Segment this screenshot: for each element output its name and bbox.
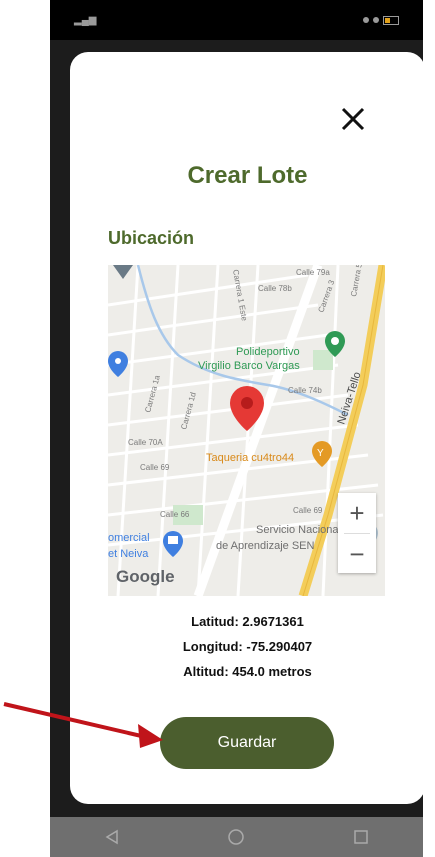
- recents-square-icon: [354, 830, 368, 844]
- close-button[interactable]: [336, 102, 370, 136]
- poi-label: omercial: [108, 532, 150, 544]
- map-view[interactable]: Calle 79a Calle 78b Carrera 3 Carrera 1 …: [108, 265, 385, 596]
- home-circle-icon: [228, 829, 245, 845]
- back-nav-button[interactable]: [102, 827, 122, 847]
- recents-nav-button[interactable]: [351, 827, 371, 847]
- poi-label: de Aprendizaje SEN: [216, 540, 315, 552]
- longitude-text: Longitud: -75.290407: [182, 639, 313, 654]
- back-triangle-icon: [105, 829, 118, 845]
- status-bar: ▂▄▆: [50, 0, 423, 40]
- street-label: Calle 69: [293, 506, 323, 515]
- street-label: Calle 78b: [258, 284, 292, 293]
- zoom-controls: + −: [338, 493, 376, 573]
- street-label: Calle 69: [140, 463, 170, 472]
- latitude-text: Latitud: 2.9671361: [191, 614, 304, 629]
- wifi-icon: [373, 17, 379, 23]
- close-icon: [341, 107, 365, 131]
- street-label: Calle 79a: [296, 268, 330, 277]
- poi-label: Polideportivo: [236, 346, 300, 358]
- poi-label: et Neiva: [108, 548, 149, 560]
- poi-label: Taqueria cu4tro44: [206, 452, 294, 464]
- coordinates-block: Latitud: 2.9671361 Longitud: -75.290407 …: [70, 609, 423, 684]
- signal-icon: ▂▄▆: [74, 14, 97, 26]
- modal-title: Crear Lote: [187, 162, 308, 189]
- svg-text:Y: Y: [317, 448, 324, 459]
- poi-label: Servicio Nacional: [256, 524, 341, 536]
- save-button[interactable]: Guardar: [160, 717, 334, 769]
- street-label: Calle 74b: [288, 386, 322, 395]
- street-label: Calle 66: [160, 510, 190, 519]
- annotation-arrow-icon: [3, 702, 163, 748]
- battery-icon: [383, 15, 399, 25]
- location-label: Ubicación: [108, 228, 195, 248]
- altitude-text: Altitud: 454.0 metros: [183, 664, 312, 679]
- zoom-in-button[interactable]: +: [338, 493, 376, 533]
- android-nav-bar: [50, 817, 423, 857]
- street-label: Calle 70A: [128, 438, 163, 447]
- google-logo: Google: [116, 567, 175, 586]
- notification-icon: [363, 17, 369, 23]
- poi-label: Virgilio Barco Vargas: [198, 360, 300, 372]
- home-nav-button[interactable]: [226, 827, 246, 847]
- zoom-out-button[interactable]: −: [338, 534, 376, 574]
